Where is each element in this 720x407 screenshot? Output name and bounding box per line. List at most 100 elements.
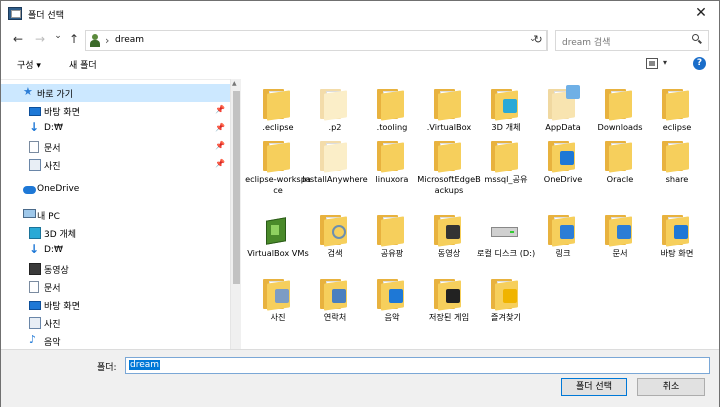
organize-button[interactable]: 구성 ▾ <box>17 58 41 71</box>
sidebar-item[interactable]: ↓ D:₩ 📌 <box>1 120 230 138</box>
sidebar-item[interactable]: 3D 개체 <box>1 224 230 242</box>
download-icon: ↓ <box>29 120 40 134</box>
new-folder-button[interactable]: 새 폴더 <box>69 58 97 71</box>
folder-item[interactable]: linuxora <box>361 133 423 197</box>
folder-item[interactable]: mssql_공유 <box>475 133 537 197</box>
back-arrow-icon[interactable]: ← <box>11 32 25 46</box>
folder-label: 바탕 화면 <box>660 248 694 258</box>
folder-icon <box>320 141 347 173</box>
folder-item[interactable]: 즐겨찾기 <box>475 271 537 335</box>
folder-item[interactable]: 음악 <box>361 271 423 335</box>
folder-name-field[interactable]: dream <box>125 357 710 374</box>
title-bar: 폴더 선택 ✕ <box>1 1 719 27</box>
search-input[interactable]: dream 검색 <box>555 30 709 51</box>
sidebar-item[interactable]: OneDrive <box>1 181 230 199</box>
folder-item[interactable]: 연락처 <box>304 271 366 335</box>
sidebar-item[interactable]: ↓ D:₩ <box>1 242 230 260</box>
document-icon <box>29 281 39 293</box>
scroll-up-icon[interactable]: ▲ <box>232 80 237 87</box>
breadcrumb-separator: › <box>105 34 110 47</box>
sidebar-item-label: 사진 <box>44 162 61 172</box>
select-folder-button[interactable]: 폴더 선택 <box>561 378 627 396</box>
desktop-icon <box>29 301 41 310</box>
sidebar-item[interactable]: ★ 바로 가기 <box>1 84 230 102</box>
sidebar-item[interactable]: 문서 <box>1 278 230 296</box>
pc-icon <box>23 209 36 218</box>
folder-icon <box>662 89 689 121</box>
cancel-button[interactable]: 취소 <box>637 378 705 396</box>
folder-item[interactable]: 동영상 <box>418 207 480 271</box>
sidebar-item[interactable]: 문서 📌 <box>1 138 230 156</box>
download-icon: ↓ <box>29 242 40 256</box>
folder-item[interactable]: InstallAnywhere <box>302 133 368 197</box>
folder-item[interactable]: eclipse-workspace <box>245 133 311 197</box>
forward-arrow-icon[interactable]: → <box>33 32 47 46</box>
folder-icon <box>377 89 404 121</box>
search-icon <box>692 34 702 44</box>
folder-item[interactable]: share <box>646 133 708 197</box>
sidebar-item[interactable]: 바탕 화면 <box>1 296 230 314</box>
sidebar-item[interactable]: 동영상 <box>1 260 230 278</box>
sidebar-item-label: 음악 <box>44 338 61 348</box>
folder-icon <box>491 279 518 311</box>
breadcrumb-dream[interactable]: dream <box>115 35 144 45</box>
app-icon <box>8 7 22 20</box>
folder-item[interactable]: 로컬 디스크 (D:) <box>475 207 537 271</box>
folder-item[interactable]: 바탕 화면 <box>646 207 708 271</box>
recent-locations-icon[interactable]: ⌄ <box>51 31 65 41</box>
folder-icon <box>662 141 689 173</box>
document-icon <box>29 141 39 153</box>
footer-bar: 폴더: dream 폴더 선택 취소 <box>1 349 719 407</box>
folder-icon <box>320 89 347 121</box>
sidebar-item[interactable]: 사진 📌 <box>1 156 230 174</box>
picture-icon <box>29 317 41 329</box>
folder-icon <box>263 279 290 311</box>
folder-item[interactable]: Oracle <box>589 133 651 197</box>
chess-icon <box>446 289 460 303</box>
navigation-scrollbar[interactable]: ▲ <box>230 79 241 349</box>
sidebar-item[interactable]: ♪ 음악 <box>1 332 230 349</box>
folder-label: eclipse <box>662 122 692 132</box>
folder-icon <box>263 141 290 173</box>
sidebar-item[interactable]: 바탕 화면 📌 <box>1 102 230 120</box>
folder-item[interactable]: VirtualBox VMs <box>247 207 309 271</box>
folder-grid: .eclipse .p2 .tooling .VirtualBox 3D 개체 AppDa… <box>244 79 719 349</box>
view-dropdown-icon[interactable]: ▾ <box>663 58 667 67</box>
folder-icon <box>377 215 404 247</box>
folder-item[interactable]: 문서 <box>589 207 651 271</box>
folder-item[interactable]: 링크 <box>532 207 594 271</box>
folder-icon <box>434 141 461 173</box>
pin-icon: 📌 <box>215 141 225 150</box>
sidebar-item[interactable]: 사진 <box>1 314 230 332</box>
refresh-icon[interactable]: ↻ <box>529 30 548 51</box>
picture-icon <box>29 159 41 171</box>
folder-item[interactable]: 공유팡 <box>361 207 423 271</box>
folder-icon <box>605 89 632 121</box>
sync-icon <box>566 85 580 99</box>
folder-item[interactable]: MicrosoftEdgeBackups <box>417 133 481 197</box>
view-options-icon[interactable] <box>646 58 658 69</box>
doc-icon <box>617 225 631 239</box>
folder-item[interactable]: 사진 <box>247 271 309 335</box>
star-icon: ★ <box>23 85 33 98</box>
folder-item[interactable]: OneDrive <box>532 133 594 197</box>
folder-field-label: 폴더: <box>97 363 117 373</box>
folder-item[interactable]: 저장된 게임 <box>418 271 480 335</box>
music-icon: ♪ <box>29 333 37 346</box>
sidebar-item-label: 바탕 화면 <box>44 302 80 312</box>
sidebar-item-label: 바로 가기 <box>37 90 73 100</box>
sidebar-item-label: D:₩ <box>44 123 63 133</box>
window-title: 폴더 선택 <box>28 11 64 21</box>
sidebar-item-label: OneDrive <box>37 184 80 194</box>
folder-icon <box>434 89 461 121</box>
help-icon[interactable]: ? <box>693 57 706 70</box>
photo-icon <box>275 289 289 303</box>
scrollbar-thumb[interactable] <box>233 91 240 284</box>
folder-icon <box>605 141 632 173</box>
folder-icon <box>605 215 632 247</box>
address-bar[interactable]: › dream ⌄ <box>85 30 547 51</box>
close-icon[interactable]: ✕ <box>693 5 709 21</box>
sidebar-item[interactable]: 내 PC <box>1 206 230 224</box>
up-arrow-icon[interactable]: ↑ <box>67 32 81 46</box>
folder-item[interactable]: 검색 <box>304 207 366 271</box>
